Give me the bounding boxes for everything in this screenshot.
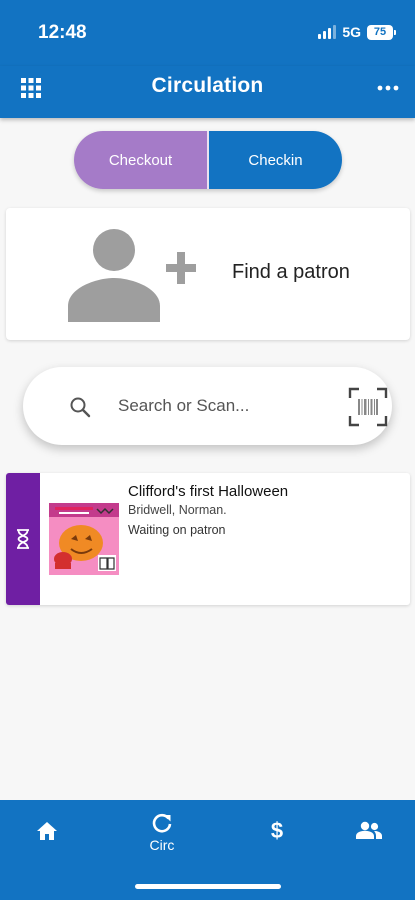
status-time: 12:48 [38,22,87,43]
nav-circ[interactable]: Circ [122,800,202,870]
nav-fines[interactable]: $ [237,800,317,870]
add-person-icon [68,229,196,322]
search-bar [23,367,392,445]
item-status: Waiting on patron [128,523,226,537]
item-title: Clifford's first Halloween [128,483,289,500]
item-author: Bridwell, Norman. [128,503,227,517]
checkout-tab[interactable]: Checkout [74,131,209,189]
nav-patrons[interactable] [329,800,409,870]
find-patron-card[interactable]: Find a patron [6,208,410,340]
app-bar: Circulation [0,66,415,118]
book-cover [49,503,119,575]
status-indicators: 5G 75 [318,24,396,40]
search-icon [70,397,91,418]
search-input[interactable] [118,393,318,419]
hourglass-icon [17,529,29,549]
dollar-icon: $ [270,818,284,843]
people-icon [356,821,382,839]
circulation-mode-toggle: Checkout Checkin [74,131,342,189]
home-indicator [135,884,281,889]
find-patron-label: Find a patron [232,261,350,283]
network-label: 5G [342,24,361,40]
status-bar: 12:48 5G 75 [0,0,415,66]
refresh-icon [152,813,172,833]
nav-circ-label: Circ [149,837,175,853]
home-icon [37,822,57,840]
battery-icon: 75 [367,24,396,40]
list-item[interactable]: Clifford's first Halloween Bridwell, Nor… [6,473,410,605]
status-stripe [6,473,40,605]
more-horizontal-icon[interactable] [377,84,399,92]
signal-icon [318,25,337,39]
checkin-tab[interactable]: Checkin [209,131,342,189]
barcode-scan-icon[interactable] [348,387,388,427]
page-title: Circulation [151,74,264,97]
nav-home[interactable] [7,800,87,870]
